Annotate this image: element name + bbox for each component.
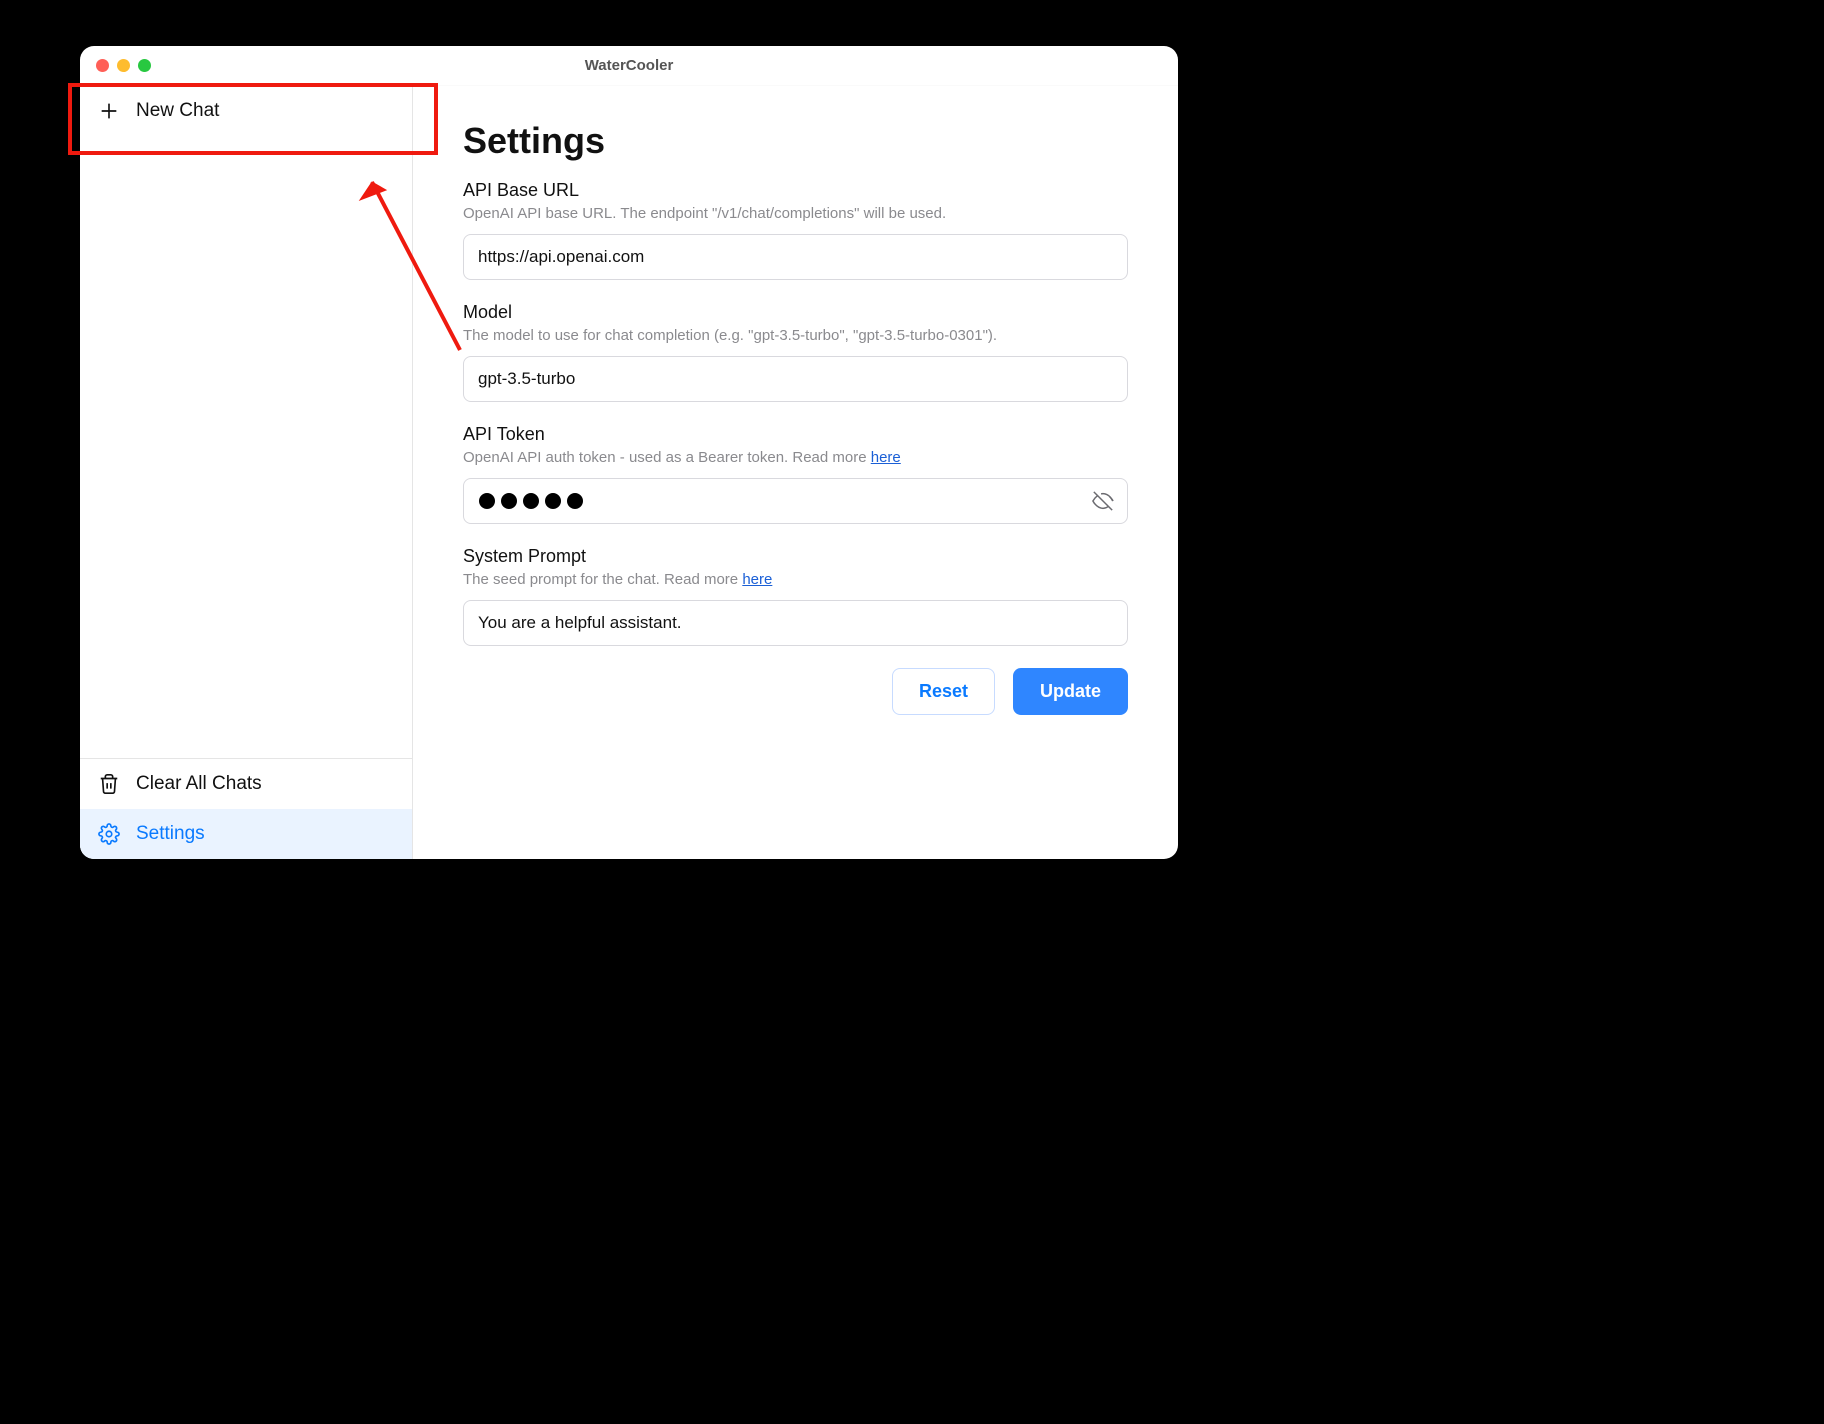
traffic-lights — [80, 59, 151, 72]
trash-icon — [98, 773, 120, 795]
model-field: Model The model to use for chat completi… — [463, 302, 1128, 402]
app-body: New Chat Clear All Chats Settings — [80, 86, 1178, 859]
sidebar-bottom: Clear All Chats Settings — [80, 758, 412, 859]
settings-nav-label: Settings — [136, 823, 205, 845]
zoom-window-button[interactable] — [138, 59, 151, 72]
app-window: WaterCooler New Chat Clear All Chats — [80, 46, 1178, 859]
clear-all-chats-button[interactable]: Clear All Chats — [80, 759, 412, 809]
window-title: WaterCooler — [80, 57, 1178, 74]
api-base-url-label: API Base URL — [463, 180, 1128, 201]
clear-all-label: Clear All Chats — [136, 773, 262, 795]
api-token-help-link[interactable]: here — [871, 449, 901, 466]
sidebar-top: New Chat — [80, 86, 412, 758]
gear-icon — [98, 823, 120, 845]
api-token-input[interactable] — [463, 478, 1128, 524]
settings-nav-button[interactable]: Settings — [80, 809, 412, 859]
new-chat-button[interactable]: New Chat — [80, 86, 412, 136]
api-token-help: OpenAI API auth token - used as a Bearer… — [463, 447, 1128, 468]
titlebar: WaterCooler — [80, 46, 1178, 86]
plus-icon — [98, 100, 120, 122]
system-prompt-input[interactable] — [463, 600, 1128, 646]
toggle-visibility-icon[interactable] — [1092, 490, 1114, 512]
api-base-url-input[interactable] — [463, 234, 1128, 280]
system-prompt-help-link[interactable]: here — [742, 571, 772, 588]
api-base-url-help: OpenAI API base URL. The endpoint "/v1/c… — [463, 203, 1128, 224]
update-button[interactable]: Update — [1013, 668, 1128, 715]
new-chat-label: New Chat — [136, 100, 219, 122]
sidebar: New Chat Clear All Chats Settings — [80, 86, 413, 859]
model-label: Model — [463, 302, 1128, 323]
system-prompt-label: System Prompt — [463, 546, 1128, 567]
settings-actions: Reset Update — [463, 668, 1128, 715]
settings-panel: Settings API Base URL OpenAI API base UR… — [413, 86, 1178, 859]
api-token-help-text: OpenAI API auth token - used as a Bearer… — [463, 449, 871, 466]
minimize-window-button[interactable] — [117, 59, 130, 72]
model-input[interactable] — [463, 356, 1128, 402]
reset-button[interactable]: Reset — [892, 668, 995, 715]
api-base-url-field: API Base URL OpenAI API base URL. The en… — [463, 180, 1128, 280]
system-prompt-help: The seed prompt for the chat. Read more … — [463, 569, 1128, 590]
api-token-input-wrap — [463, 478, 1128, 524]
api-token-field: API Token OpenAI API auth token - used a… — [463, 424, 1128, 524]
system-prompt-help-text: The seed prompt for the chat. Read more — [463, 571, 742, 588]
model-help: The model to use for chat completion (e.… — [463, 325, 1128, 346]
settings-heading: Settings — [463, 120, 1128, 162]
system-prompt-field: System Prompt The seed prompt for the ch… — [463, 546, 1128, 646]
api-token-label: API Token — [463, 424, 1128, 445]
close-window-button[interactable] — [96, 59, 109, 72]
